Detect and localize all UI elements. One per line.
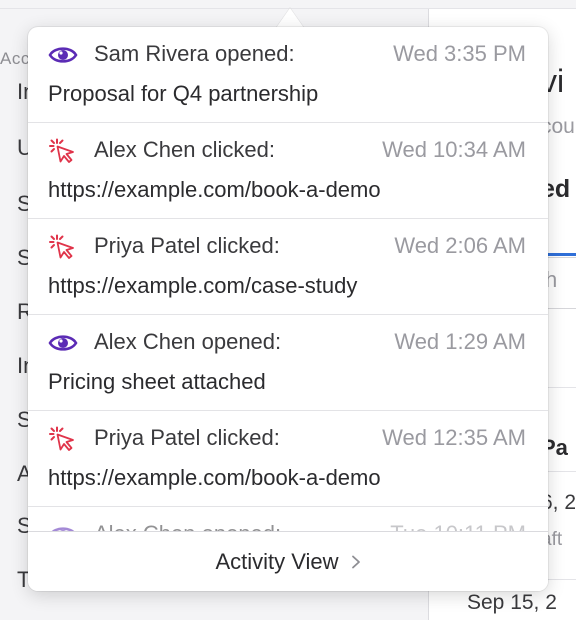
- activity-actor: Priya Patel clicked:: [94, 233, 280, 258]
- activity-popover: Sam Rivera opened: Wed 3:35 PM Proposal …: [28, 27, 548, 591]
- activity-link[interactable]: https://example.com/book-a-demo: [48, 465, 381, 491]
- cursor-click-icon: [49, 234, 74, 259]
- activity-item[interactable]: Alex Chen clicked: Wed 10:34 AM https://…: [28, 123, 548, 219]
- activity-actor: Alex Chen opened:: [94, 329, 282, 354]
- chevron-right-icon: [351, 555, 360, 569]
- table-cell-date: Sep 15, 2: [467, 591, 557, 614]
- activity-link[interactable]: https://example.com/book-a-demo: [48, 177, 381, 203]
- activity-actor: Sam Rivera opened:: [94, 41, 295, 66]
- cursor-click-icon: [49, 426, 74, 451]
- activity-item[interactable]: Priya Patel clicked: Wed 2:06 AM https:/…: [28, 219, 548, 315]
- activity-item[interactable]: Sam Rivera opened: Wed 3:35 PM Proposal …: [28, 27, 548, 123]
- activity-item[interactable]: Alex Chen opened: Tue 10:11 PM: [28, 507, 548, 531]
- activity-view-button[interactable]: Activity View: [28, 531, 548, 591]
- activity-actor: Alex Chen clicked:: [94, 137, 275, 162]
- eye-icon: [48, 335, 78, 351]
- activity-actor: Priya Patel clicked:: [94, 425, 280, 450]
- popover-arrow: [276, 8, 304, 28]
- activity-detail: Proposal for Q4 partnership: [48, 81, 319, 106]
- activity-link[interactable]: https://example.com/case-study: [48, 273, 357, 299]
- activity-view-label: Activity View: [215, 549, 339, 574]
- activity-time: Tue 10:11 PM: [390, 521, 526, 531]
- eye-icon: [48, 47, 78, 63]
- activity-time: Wed 2:06 AM: [394, 233, 526, 258]
- activity-item[interactable]: Alex Chen opened: Wed 1:29 AM Pricing sh…: [28, 315, 548, 411]
- activity-list[interactable]: Sam Rivera opened: Wed 3:35 PM Proposal …: [28, 27, 548, 531]
- activity-time: Wed 12:35 AM: [382, 425, 526, 450]
- activity-detail: Pricing sheet attached: [48, 369, 266, 394]
- eye-icon: [51, 527, 75, 531]
- activity-actor: Alex Chen opened:: [94, 521, 281, 531]
- activity-item[interactable]: Priya Patel clicked: Wed 12:35 AM https:…: [28, 411, 548, 507]
- cursor-click-icon: [49, 138, 74, 163]
- activity-time: Wed 10:34 AM: [382, 137, 526, 162]
- activity-time: Wed 3:35 PM: [393, 41, 526, 66]
- activity-time: Wed 1:29 AM: [394, 329, 526, 354]
